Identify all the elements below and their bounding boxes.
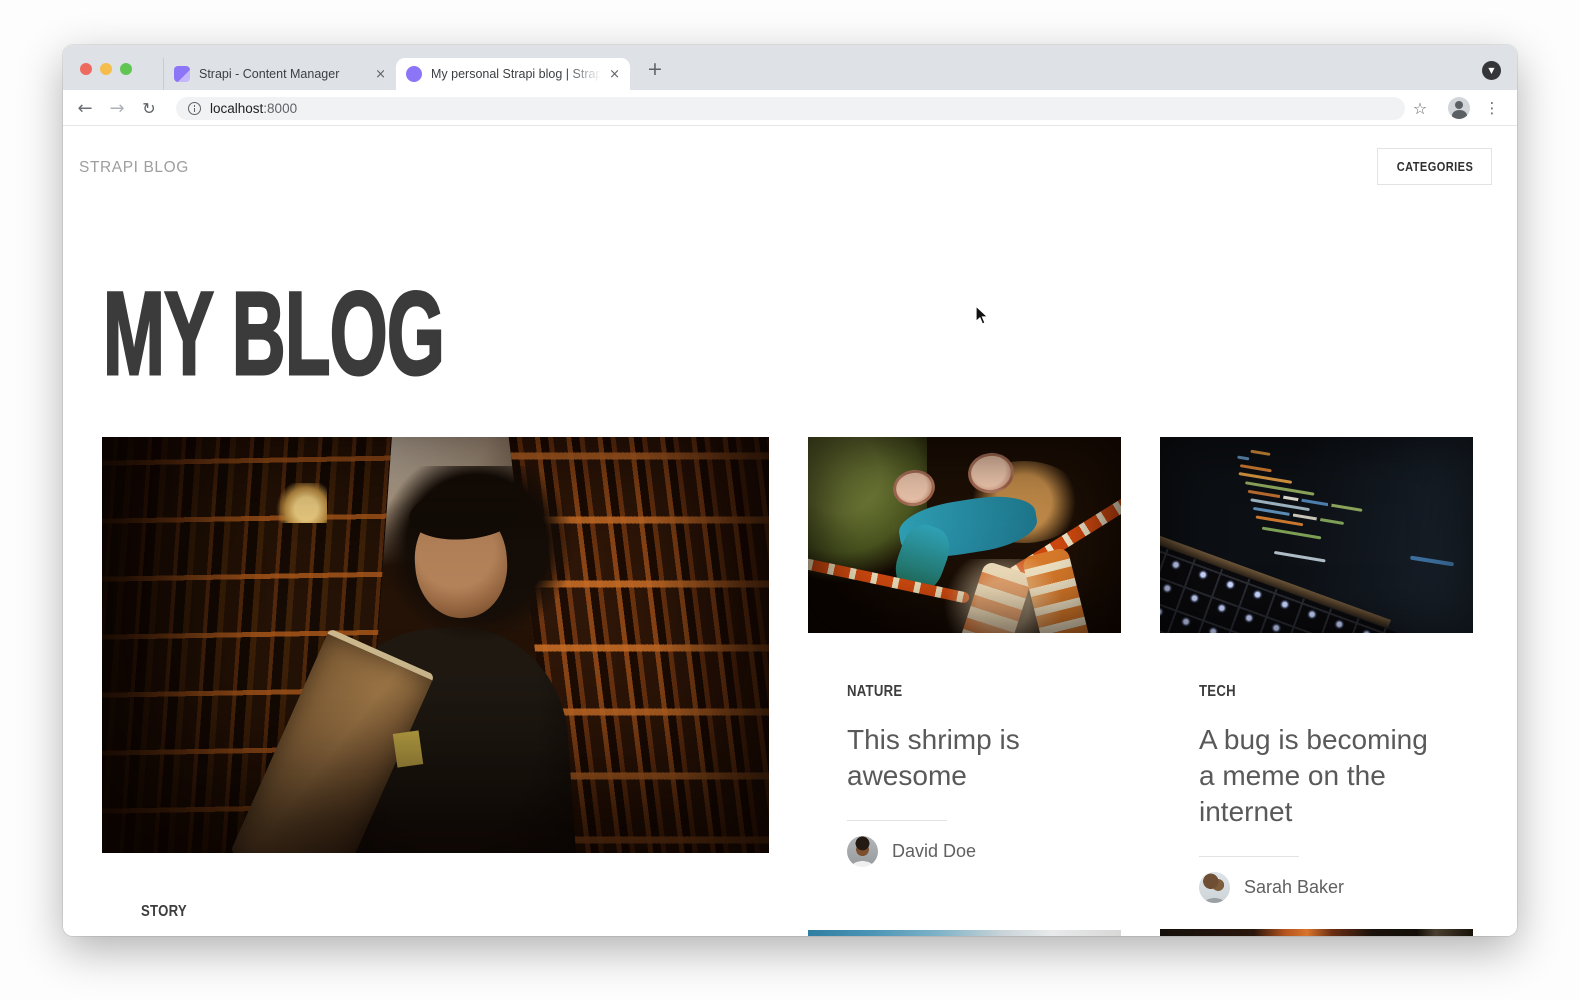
title-divider	[847, 820, 947, 821]
minimize-window-button[interactable]	[100, 63, 112, 75]
article-title[interactable]: A bug is becoming a meme on the internet	[1199, 722, 1439, 830]
browser-menu-icon[interactable]: ⋮	[1478, 90, 1506, 126]
article-image-shrimp[interactable]	[808, 437, 1121, 633]
desktop-background: Strapi - Content Manager × My personal S…	[0, 0, 1580, 1000]
chevron-down-icon: ▼	[1488, 67, 1494, 75]
tab-title: My personal Strapi blog | Strap	[431, 67, 601, 81]
photo-vignette	[102, 437, 769, 853]
strapi-favicon-icon	[174, 66, 190, 82]
url-text: localhost:8000	[210, 101, 297, 116]
article-image-library[interactable]	[102, 437, 769, 853]
article-card-story: STORY	[102, 437, 769, 921]
next-article-image-partial[interactable]	[808, 930, 1121, 936]
next-article-image-partial[interactable]	[1160, 929, 1473, 936]
author-name: Sarah Baker	[1244, 877, 1344, 898]
categories-button-label: CATEGORIES	[1396, 159, 1473, 174]
page-title: MY BLOG	[103, 275, 444, 393]
author-avatar	[1199, 872, 1230, 903]
url-host: localhost	[210, 101, 263, 116]
url-port: :8000	[263, 101, 297, 116]
new-tab-button[interactable]: +	[641, 56, 669, 84]
site-name[interactable]: STRAPI BLOG	[79, 159, 189, 177]
categories-button[interactable]: CATEGORIES	[1377, 148, 1492, 185]
tab-strapi-content-manager[interactable]: Strapi - Content Manager ×	[163, 58, 396, 90]
browser-toolbar: ← → ↻ localhost:8000 ☆ ⋮	[63, 90, 1517, 126]
article-card-tech: TECH A bug is becoming a meme on the int…	[1160, 437, 1473, 903]
window-controls	[80, 63, 132, 75]
author-row[interactable]: Sarah Baker	[1199, 872, 1473, 903]
blog-page: STRAPI BLOG CATEGORIES MY BLOG	[63, 126, 1517, 936]
tab-my-blog-active[interactable]: My personal Strapi blog | Strap ×	[396, 58, 630, 90]
tab-bar: Strapi - Content Manager × My personal S…	[63, 45, 1517, 90]
profile-avatar-icon[interactable]	[1448, 97, 1470, 119]
article-image-laptop[interactable]	[1160, 437, 1473, 633]
photo-vignette	[1160, 437, 1473, 633]
bookmark-star-icon[interactable]: ☆	[1406, 90, 1434, 126]
mouse-cursor	[975, 305, 991, 327]
close-tab-icon[interactable]: ×	[609, 67, 620, 82]
forward-button[interactable]: →	[102, 90, 132, 126]
browser-window: Strapi - Content Manager × My personal S…	[63, 45, 1517, 936]
article-title[interactable]: This shrimp is awesome	[847, 722, 1087, 794]
blog-favicon-icon	[406, 66, 422, 82]
zoom-window-button[interactable]	[120, 63, 132, 75]
reload-button[interactable]: ↻	[134, 90, 164, 126]
close-window-button[interactable]	[80, 63, 92, 75]
category-label-nature[interactable]: NATURE	[847, 683, 902, 701]
tab-title: Strapi - Content Manager	[199, 67, 367, 81]
author-row[interactable]: David Doe	[847, 836, 1121, 867]
category-label-story[interactable]: STORY	[141, 903, 187, 921]
article-card-nature: NATURE This shrimp is awesome David Doe	[808, 437, 1121, 867]
address-bar[interactable]: localhost:8000	[176, 97, 1405, 120]
close-tab-icon[interactable]: ×	[375, 67, 386, 82]
author-name: David Doe	[892, 841, 976, 862]
category-label-tech[interactable]: TECH	[1199, 683, 1236, 701]
back-button[interactable]: ←	[70, 90, 100, 126]
author-avatar	[847, 836, 878, 867]
photo-vignette	[808, 437, 1121, 633]
title-divider	[1199, 856, 1299, 857]
tab-search-button[interactable]: ▼	[1482, 61, 1501, 80]
site-info-icon[interactable]	[188, 102, 201, 115]
